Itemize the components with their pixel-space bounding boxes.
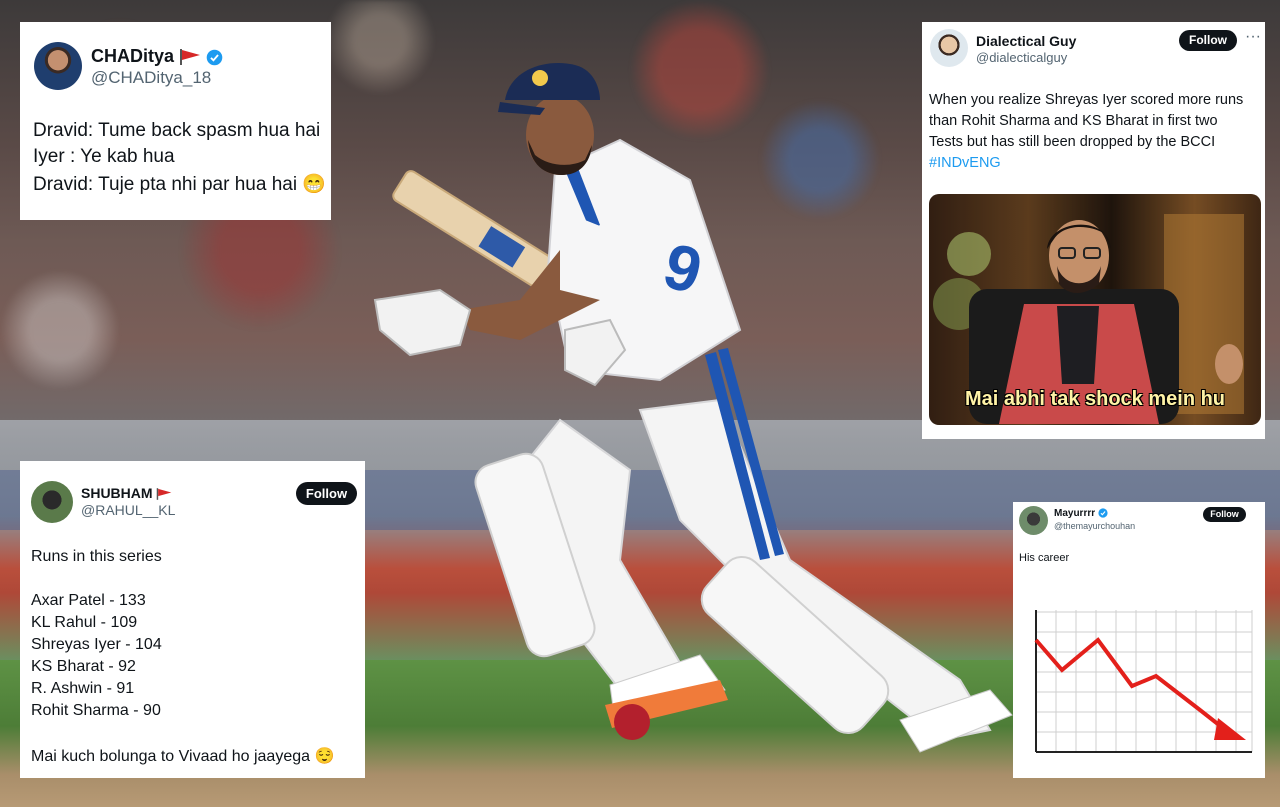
meme-image[interactable]: Mai abhi tak shock mein hu <box>929 194 1261 425</box>
hashtag-link[interactable]: #INDvENG <box>929 155 1001 171</box>
runs-item: Shreyas Iyer - 104 <box>31 636 162 653</box>
display-name[interactable]: CHADitya <box>91 46 223 67</box>
display-name[interactable]: SHUBHAM <box>81 485 172 501</box>
display-name[interactable]: Mayurrrr <box>1054 508 1108 519</box>
follow-button[interactable]: Follow <box>1179 30 1237 51</box>
follow-button[interactable]: Follow <box>296 482 357 505</box>
meme-collage: 9 CHADitya @CHADitya_18 Dravid: Tume bac… <box>0 0 1280 807</box>
tweet-line-1: Dravid: Tume back spasm hua hai <box>33 120 321 141</box>
flag-icon <box>157 488 172 501</box>
tweet-card-chaditya: CHADitya @CHADitya_18 Dravid: Tume back … <box>20 22 331 220</box>
avatar[interactable] <box>930 29 968 67</box>
user-handle[interactable]: @RAHUL__KL <box>81 502 175 518</box>
avatar[interactable] <box>1019 506 1048 535</box>
tweet-card-mayur: Mayurrrr @themayurchouhan Follow His car… <box>1013 502 1265 778</box>
display-name[interactable]: Dialectical Guy <box>976 33 1076 49</box>
verified-icon <box>1098 508 1108 518</box>
graph-arrowhead <box>1214 718 1246 740</box>
runs-item: R. Ashwin - 91 <box>31 680 135 697</box>
tweet-line-2: than Rohit Sharma and KS Bharat in first… <box>929 113 1218 129</box>
tweet-line-2: Iyer : Ye kab hua <box>33 146 175 167</box>
tweet-line-3: Dravid: Tuje pta nhi par hua hai 😁 <box>33 174 326 195</box>
display-name-text: Mayurrrr <box>1054 508 1096 519</box>
more-icon[interactable]: ··· <box>1245 28 1261 46</box>
tweet-line-1: When you realize Shreyas Iyer scored mor… <box>929 92 1244 108</box>
tweet-outro: Mai kuch bolunga to Vivaad ho jaayega 😌 <box>31 748 335 765</box>
tweet-card-dialectical: Dialectical Guy @dialecticalguy Follow ·… <box>922 22 1265 439</box>
tweet-intro: Runs in this series <box>31 548 162 565</box>
follow-button[interactable]: Follow <box>1203 507 1246 522</box>
tweet-text: His career <box>1019 552 1070 564</box>
tweet-line-3: Tests but has still been dropped by the … <box>929 134 1216 150</box>
runs-item: KS Bharat - 92 <box>31 658 136 675</box>
display-name-text: SHUBHAM <box>81 485 153 501</box>
graph-trend-line <box>1034 637 1230 734</box>
avatar[interactable] <box>31 481 73 523</box>
avatar[interactable] <box>34 42 82 90</box>
user-handle[interactable]: @themayurchouhan <box>1054 521 1135 531</box>
runs-item: Rohit Sharma - 90 <box>31 702 161 719</box>
verified-icon <box>206 49 223 66</box>
decline-graph <box>1034 610 1253 753</box>
runs-item: Axar Patel - 133 <box>31 592 146 609</box>
runs-item: KL Rahul - 109 <box>31 614 138 631</box>
user-handle[interactable]: @dialecticalguy <box>976 50 1067 65</box>
flag-icon <box>180 49 201 66</box>
meme-caption: Mai abhi tak shock mein hu <box>964 388 1226 410</box>
display-name-text: CHADitya <box>91 46 175 66</box>
tweet-card-shubham: SHUBHAM @RAHUL__KL Follow Runs in this s… <box>20 461 365 778</box>
user-handle[interactable]: @CHADitya_18 <box>91 68 211 88</box>
